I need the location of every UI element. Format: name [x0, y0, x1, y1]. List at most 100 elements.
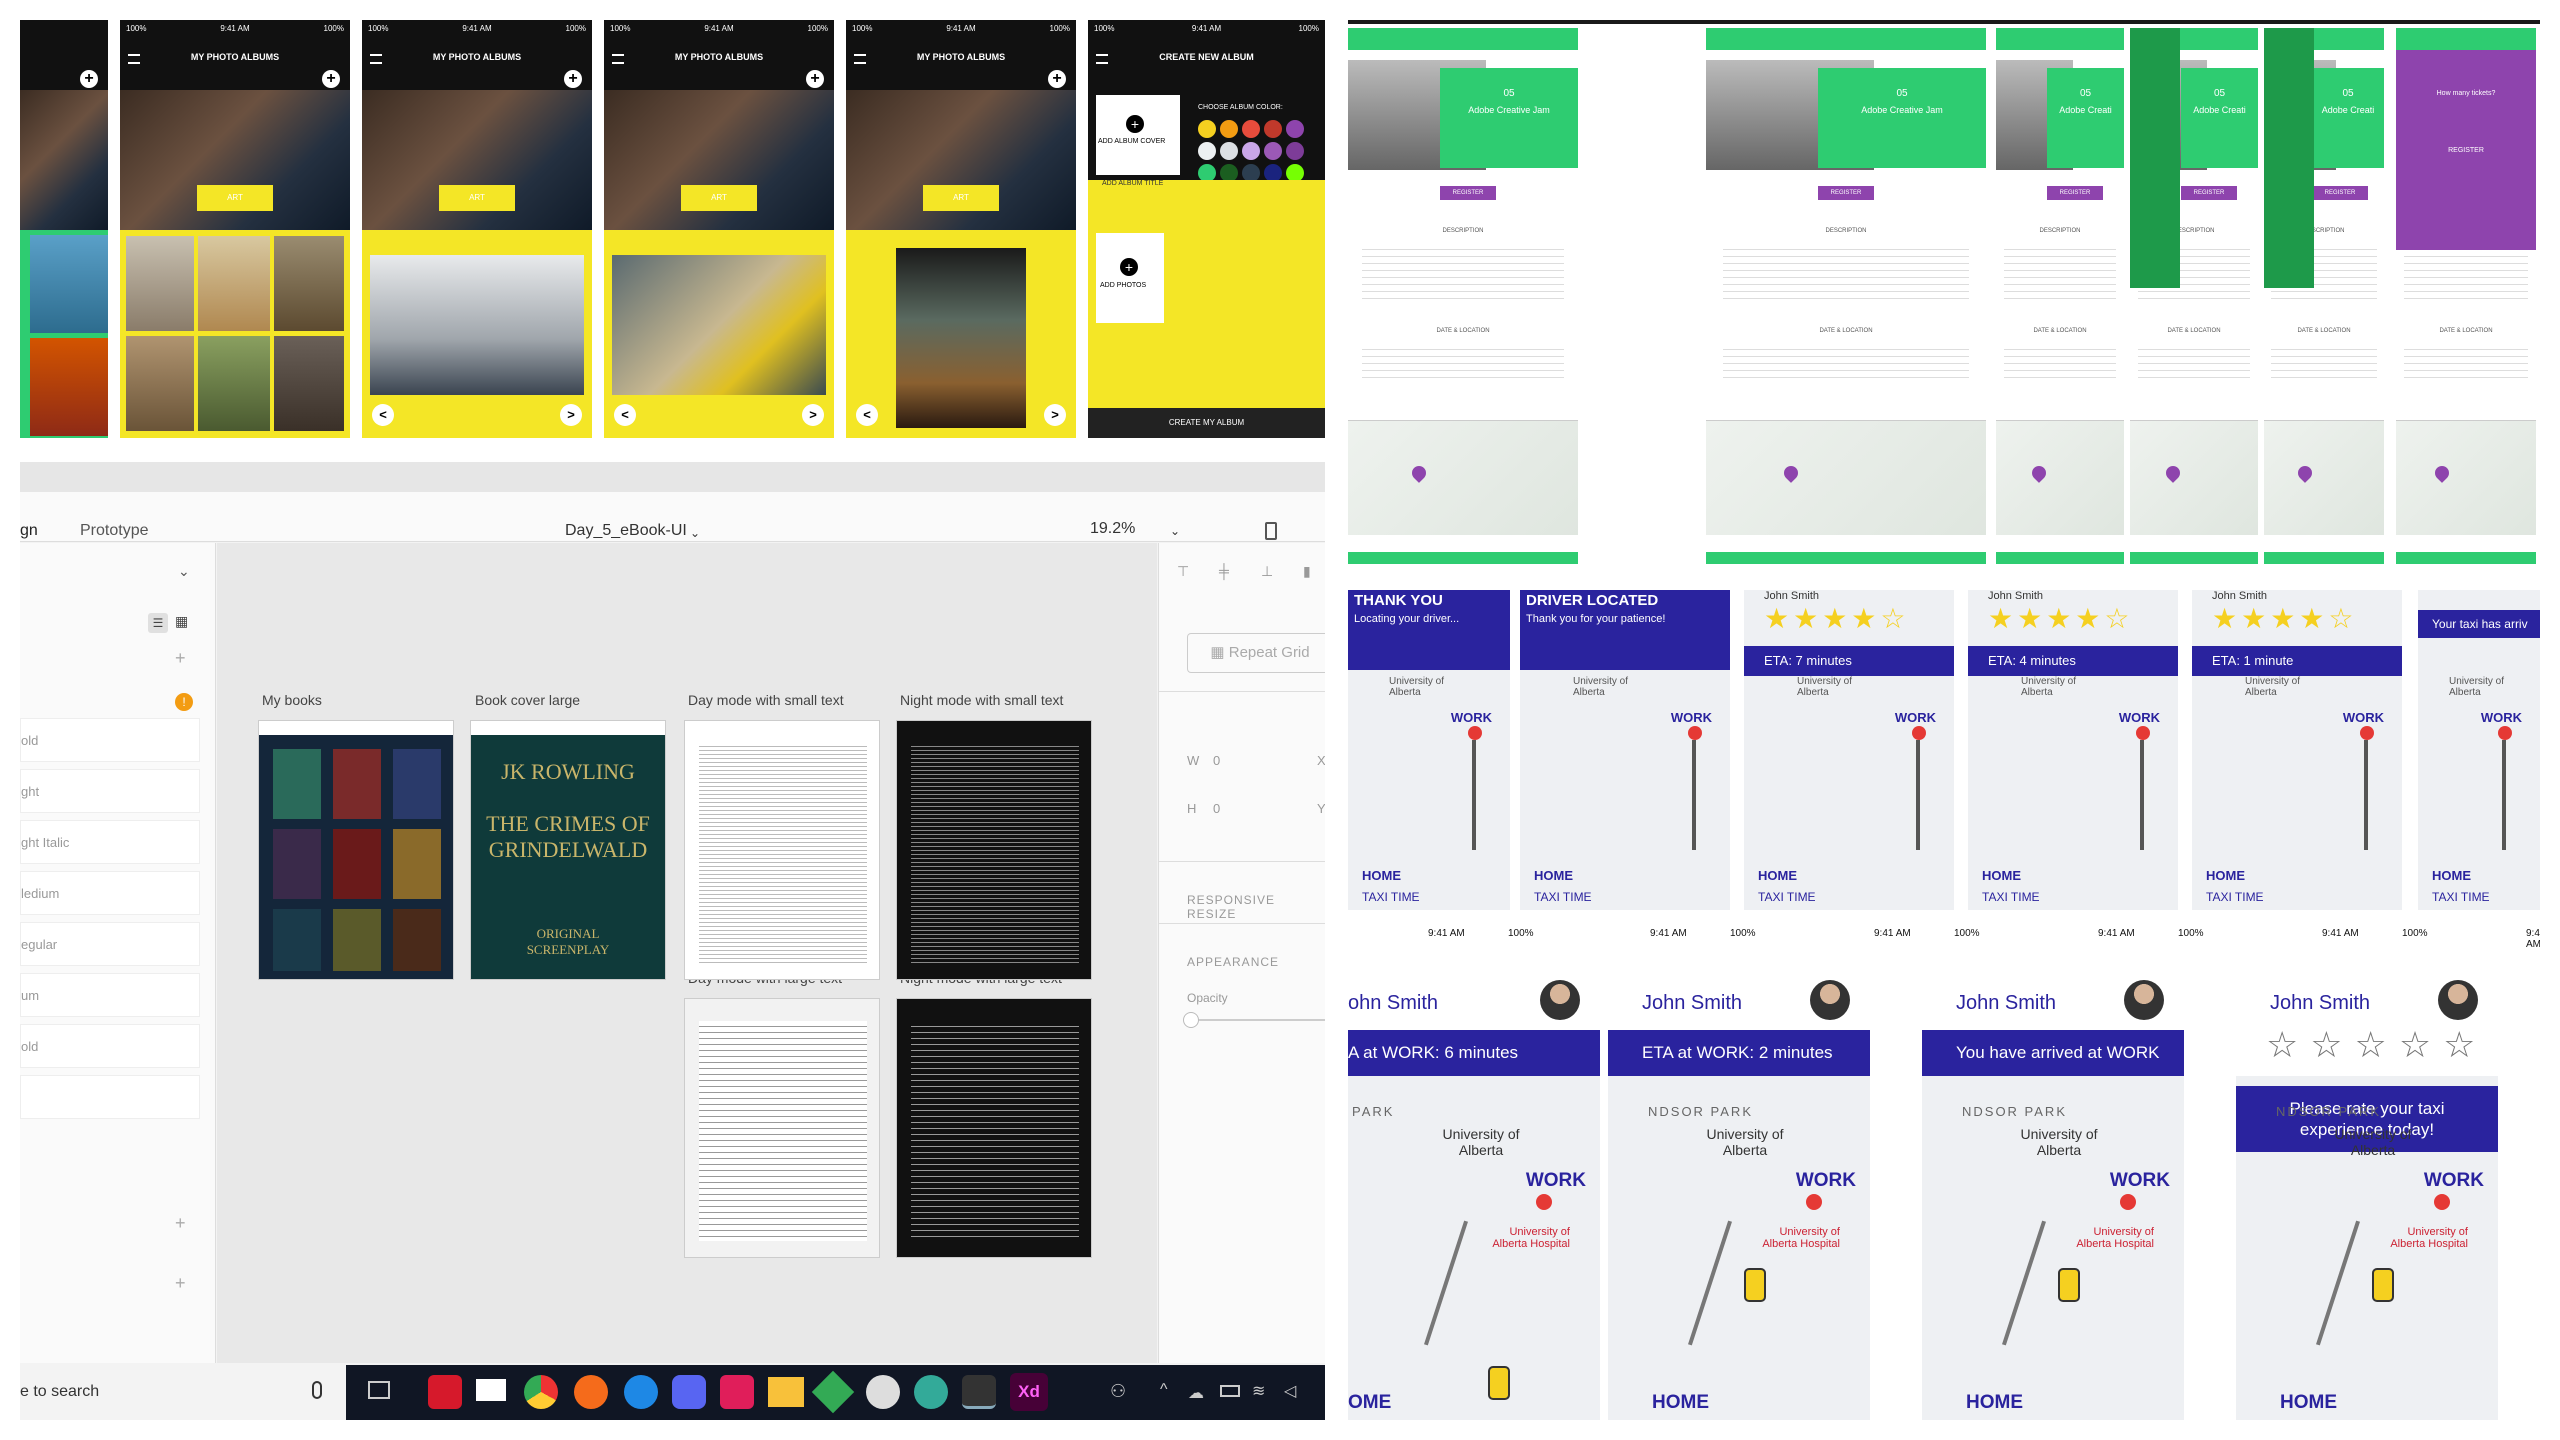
font-weight-item[interactable]: ght	[20, 769, 200, 813]
prev-arrow-icon[interactable]: <	[372, 404, 394, 426]
artboard-label[interactable]: Day mode with small text	[688, 692, 844, 708]
add-album-icon[interactable]: +	[80, 70, 98, 88]
folder-icon[interactable]	[768, 1377, 804, 1407]
color-swatch[interactable]	[1286, 120, 1304, 138]
artboard-book-cover[interactable]: JK ROWLING THE CRIMES OF GRINDELWALD ORI…	[470, 720, 666, 980]
menu-icon[interactable]	[128, 54, 140, 64]
tab-design[interactable]: gn	[20, 522, 38, 540]
event-map[interactable]	[1996, 420, 2124, 535]
color-swatch[interactable]	[1242, 120, 1260, 138]
event-map[interactable]	[2396, 420, 2536, 535]
add-photos-box[interactable]	[1096, 233, 1164, 323]
register-button[interactable]: REGISTER	[1440, 186, 1496, 200]
add-icon[interactable]: +	[175, 1273, 186, 1294]
color-swatch[interactable]	[1242, 142, 1260, 160]
color-swatch[interactable]	[1286, 142, 1304, 160]
chevron-down-icon[interactable]: ⌄	[690, 526, 700, 540]
side-menu[interactable]	[2130, 28, 2180, 288]
register-button[interactable]: REGISTER	[1818, 186, 1874, 200]
tab-prototype[interactable]: Prototype	[80, 522, 148, 540]
event-map[interactable]	[2264, 420, 2384, 535]
adobe-xd-icon[interactable]: Xd	[1010, 1373, 1048, 1411]
add-cover-icon[interactable]: +	[1126, 115, 1144, 133]
add-album-icon[interactable]: +	[322, 70, 340, 88]
task-view-icon[interactable]	[368, 1381, 390, 1399]
volume-icon[interactable]: ◁	[1284, 1381, 1296, 1401]
register-button[interactable]: REGISTER	[2181, 186, 2237, 200]
app-icon-green[interactable]	[914, 1375, 948, 1409]
firefox-icon[interactable]	[574, 1375, 608, 1409]
zoom-level[interactable]: 19.2%	[1090, 520, 1135, 538]
grid-view-icon[interactable]: ▦	[175, 613, 188, 630]
align-middle-icon[interactable]: ╪	[1219, 563, 1229, 579]
document-title[interactable]: Day_5_eBook-UI	[565, 522, 687, 540]
chevron-down-icon[interactable]: ⌄	[1170, 524, 1180, 538]
device-preview-icon[interactable]	[1265, 522, 1277, 540]
add-album-icon[interactable]: +	[1048, 70, 1066, 88]
menu-icon[interactable]	[1096, 54, 1108, 64]
album-tag[interactable]: ART	[681, 185, 757, 211]
prev-arrow-icon[interactable]: <	[614, 404, 636, 426]
event-map[interactable]	[1348, 420, 1578, 535]
repeat-grid-button[interactable]: ▦ Repeat Grid	[1187, 633, 1325, 673]
side-menu[interactable]	[2264, 28, 2314, 288]
opacity-slider[interactable]	[1187, 1019, 1325, 1021]
add-album-icon[interactable]: +	[806, 70, 824, 88]
artboard-day-large[interactable]	[684, 998, 880, 1258]
color-swatch[interactable]	[1264, 120, 1282, 138]
color-swatch[interactable]	[1220, 120, 1238, 138]
artboard-my-books[interactable]	[258, 720, 454, 980]
font-weight-item[interactable]: ght Italic	[20, 820, 200, 864]
align-bottom-icon[interactable]: ⊥	[1261, 563, 1273, 580]
chevron-up-icon[interactable]: ^	[1160, 1381, 1168, 1399]
cloud-icon[interactable]: ☁	[1188, 1383, 1204, 1403]
artboard-label[interactable]: My books	[262, 692, 322, 708]
font-weight-item[interactable]	[20, 1075, 200, 1119]
microphone-icon[interactable]	[312, 1381, 322, 1399]
color-swatch[interactable]	[1220, 142, 1238, 160]
edge-icon[interactable]	[624, 1375, 658, 1409]
event-map[interactable]	[1706, 420, 1986, 535]
distribute-icon[interactable]: ▮	[1303, 563, 1311, 580]
align-top-icon[interactable]: ⊤	[1177, 563, 1189, 580]
photos-icon[interactable]	[962, 1375, 996, 1409]
font-weight-item[interactable]: um	[20, 973, 200, 1017]
height-value[interactable]: 0	[1213, 801, 1220, 816]
width-value[interactable]: 0	[1213, 753, 1220, 768]
app-icon-red[interactable]	[428, 1375, 462, 1409]
next-arrow-icon[interactable]: >	[1044, 404, 1066, 426]
slack-icon[interactable]	[720, 1375, 754, 1409]
discord-icon[interactable]	[672, 1375, 706, 1409]
color-swatch[interactable]	[1264, 142, 1282, 160]
prev-arrow-icon[interactable]: <	[856, 404, 878, 426]
menu-icon[interactable]	[370, 54, 382, 64]
font-weight-item[interactable]: old	[20, 718, 200, 762]
create-album-button[interactable]: CREATE MY ALBUM	[1088, 408, 1325, 438]
add-album-icon[interactable]: +	[564, 70, 582, 88]
color-swatch[interactable]	[1198, 142, 1216, 160]
wifi-icon[interactable]: ≋	[1252, 1381, 1265, 1401]
add-title-input[interactable]: ADD ALBUM TITLE	[1102, 180, 1163, 187]
album-tag[interactable]: ART	[439, 185, 515, 211]
album-tag[interactable]: ART	[197, 185, 273, 211]
battery-icon[interactable]	[1220, 1385, 1240, 1397]
add-icon[interactable]: +	[175, 648, 186, 669]
register-button[interactable]: REGISTER	[2047, 186, 2103, 200]
artboard-label[interactable]: Night mode with small text	[900, 692, 1063, 708]
list-view-icon[interactable]: ☰	[148, 613, 168, 633]
color-swatch[interactable]	[1198, 120, 1216, 138]
github-icon[interactable]	[866, 1375, 900, 1409]
add-icon[interactable]: +	[175, 1213, 186, 1234]
artboard-night-large[interactable]	[896, 998, 1092, 1258]
ticket-modal[interactable]: How many tickets? REGISTER	[2396, 50, 2536, 250]
mail-icon[interactable]	[476, 1379, 506, 1401]
next-arrow-icon[interactable]: >	[560, 404, 582, 426]
menu-icon[interactable]	[612, 54, 624, 64]
chrome-icon[interactable]	[524, 1375, 558, 1409]
chevron-down-icon[interactable]: ⌄	[178, 563, 190, 580]
search-box[interactable]: e to search	[20, 1365, 346, 1420]
people-icon[interactable]: ⚇	[1110, 1381, 1126, 1402]
next-arrow-icon[interactable]: >	[802, 404, 824, 426]
font-weight-item[interactable]: ledium	[20, 871, 200, 915]
album-tag[interactable]: ART	[923, 185, 999, 211]
